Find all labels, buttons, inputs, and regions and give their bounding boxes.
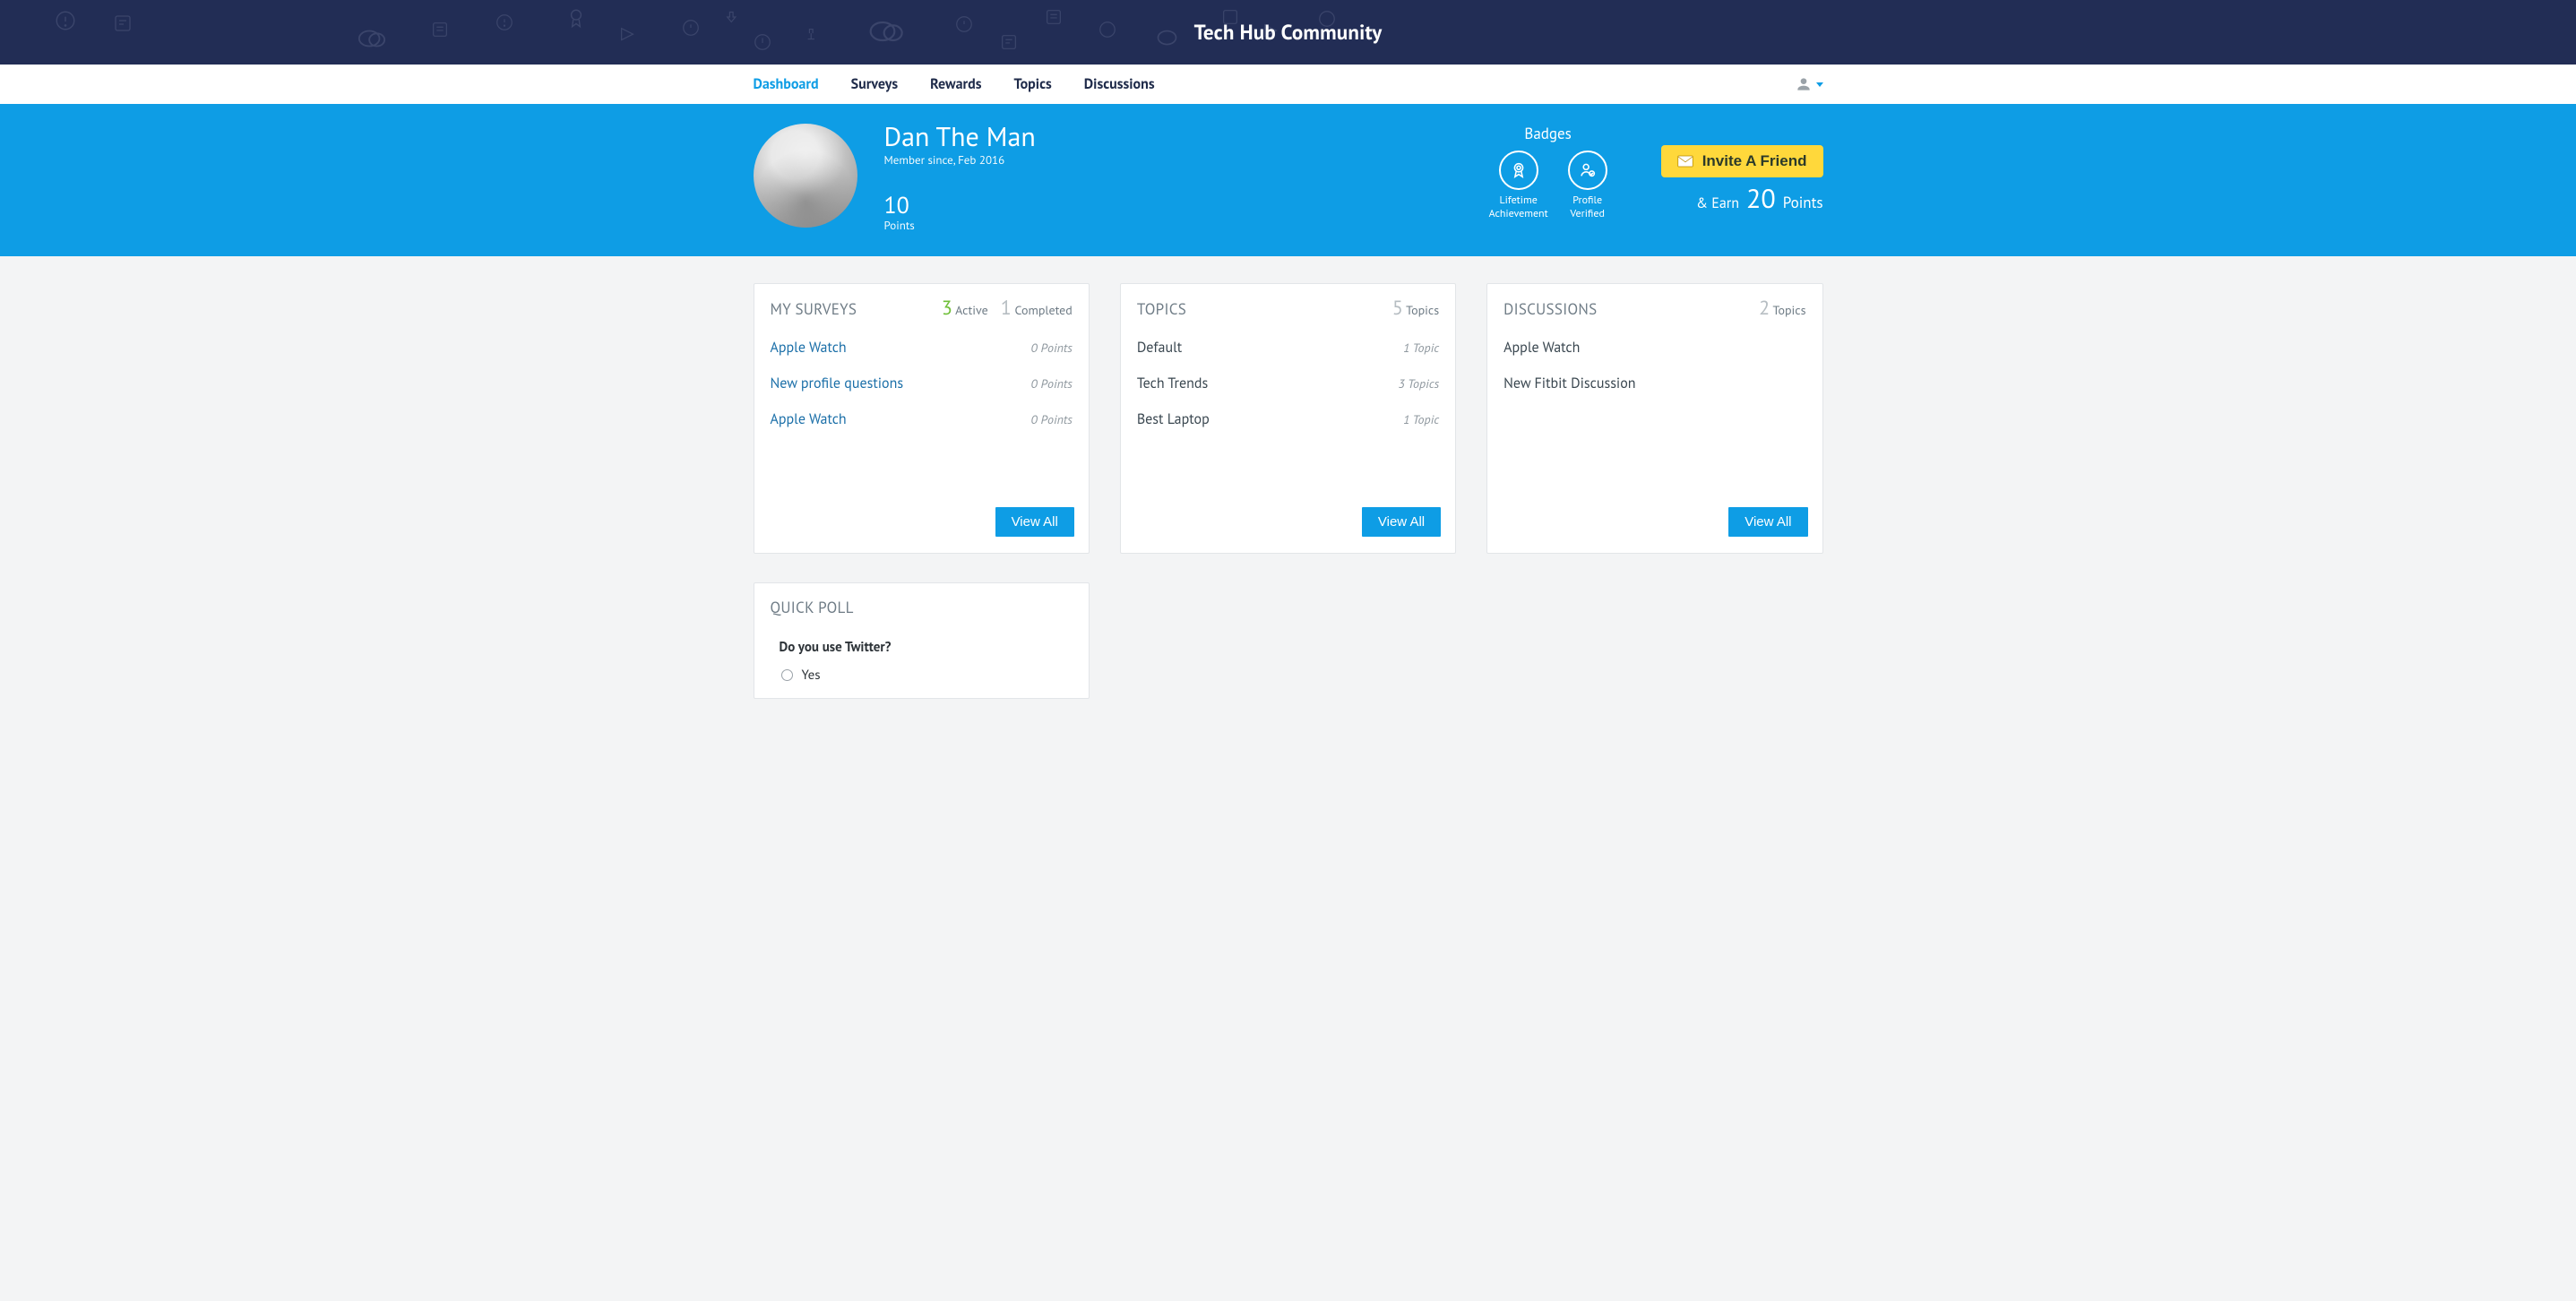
list-item: Apple Watch 0 Points [771, 401, 1073, 437]
card-quick-poll: QUICK POLL Do you use Twitter? Yes [754, 582, 1090, 699]
card-title: DISCUSSIONS [1503, 299, 1597, 319]
envelope-icon [1677, 155, 1693, 168]
survey-link[interactable]: Apple Watch [771, 410, 847, 428]
site-banner: Tech Hub Community [0, 0, 2576, 65]
topic-count: 1 Topic [1403, 340, 1439, 356]
view-all-topics-button[interactable]: View All [1362, 507, 1441, 537]
profile-hero: Dan The Man Member since, Feb 2016 10 Po… [0, 104, 2576, 256]
points-label: Points [884, 218, 1036, 233]
nav-rewards[interactable]: Rewards [930, 75, 981, 93]
badges-block: Badges Lifetime Achievement [1489, 124, 1607, 220]
discussions-count: 2 [1759, 296, 1770, 321]
list-item: Tech Trends 3 Topics [1137, 366, 1439, 401]
view-all-discussions-button[interactable]: View All [1728, 507, 1807, 537]
user-icon [1795, 75, 1813, 93]
discussions-stats: 2 Topics [1759, 298, 1805, 318]
topic-count: 1 Topic [1403, 411, 1439, 427]
earn-points-line: & Earn 20 Points [1661, 188, 1823, 212]
surveys-active-count: 3 [942, 296, 952, 321]
card-my-surveys: MY SURVEYS 3 Active 1 Completed Apple Wa… [754, 283, 1090, 554]
badges-heading: Badges [1489, 124, 1607, 143]
card-title: MY SURVEYS [771, 299, 857, 319]
earn-prefix: & Earn [1696, 194, 1739, 212]
discussion-name[interactable]: Apple Watch [1503, 339, 1580, 357]
badge-label-line1: Profile [1572, 194, 1602, 207]
earn-points-value: 20 [1746, 188, 1776, 210]
topics-count-label: Topics [1406, 302, 1439, 318]
poll-question: Do you use Twitter? [754, 626, 1089, 661]
survey-link[interactable]: New profile questions [771, 375, 904, 392]
points-value: 10 [884, 194, 1036, 218]
survey-points: 0 Points [1031, 340, 1073, 356]
badge-lifetime-achievement: Lifetime Achievement [1489, 151, 1548, 220]
nav-dashboard[interactable]: Dashboard [754, 75, 819, 93]
radio-icon [781, 669, 793, 681]
poll-option-label: Yes [802, 667, 821, 684]
topic-count: 3 Topics [1399, 375, 1440, 392]
surveys-completed-label: Completed [1014, 302, 1072, 318]
ribbon-icon [1499, 151, 1538, 190]
badge-label-line1: Lifetime [1499, 194, 1537, 207]
site-brand: Tech Hub Community [1194, 20, 1383, 46]
display-name: Dan The Man [884, 124, 1036, 151]
card-discussions: DISCUSSIONS 2 Topics Apple Watch New Fit… [1486, 283, 1822, 554]
earn-suffix: Points [1783, 193, 1823, 212]
nav-discussions[interactable]: Discussions [1084, 75, 1155, 93]
survey-points: 0 Points [1031, 411, 1073, 427]
member-since: Member since, Feb 2016 [884, 152, 1036, 168]
poll-option[interactable]: Yes [754, 661, 1089, 689]
nav-links: Dashboard Surveys Rewards Topics Discuss… [754, 75, 1155, 93]
topics-stats: 5 Topics [1392, 298, 1439, 318]
badge-profile-verified: Profile Verified [1568, 151, 1607, 220]
card-topics: TOPICS 5 Topics Default 1 Topic Tech Tre… [1120, 283, 1456, 554]
invite-block: Invite A Friend & Earn 20 Points [1661, 145, 1823, 212]
survey-points: 0 Points [1031, 375, 1073, 392]
list-item: New profile questions 0 Points [771, 366, 1073, 401]
badge-label-line2: Achievement [1489, 207, 1548, 220]
view-all-surveys-button[interactable]: View All [995, 507, 1074, 537]
nav-topics[interactable]: Topics [1014, 75, 1052, 93]
survey-link[interactable]: Apple Watch [771, 339, 847, 357]
user-check-icon [1568, 151, 1607, 190]
topic-name[interactable]: Tech Trends [1137, 375, 1208, 392]
list-item: New Fitbit Discussion [1503, 366, 1805, 401]
list-item: Apple Watch [1503, 330, 1805, 366]
invite-button-label: Invite A Friend [1702, 152, 1807, 170]
list-item: Best Laptop 1 Topic [1137, 401, 1439, 437]
discussion-name[interactable]: New Fitbit Discussion [1503, 375, 1635, 392]
surveys-active-label: Active [955, 302, 988, 318]
list-item: Default 1 Topic [1137, 330, 1439, 366]
dashboard-cards: MY SURVEYS 3 Active 1 Completed Apple Wa… [754, 283, 1823, 554]
topics-count: 5 [1392, 296, 1403, 321]
list-item: Apple Watch 0 Points [771, 330, 1073, 366]
user-menu[interactable] [1795, 75, 1823, 93]
surveys-completed-count: 1 [1001, 296, 1012, 321]
card-title: TOPICS [1137, 299, 1186, 319]
primary-nav: Dashboard Surveys Rewards Topics Discuss… [0, 65, 2576, 104]
nav-surveys[interactable]: Surveys [851, 75, 899, 93]
chevron-down-icon [1816, 82, 1823, 87]
invite-friend-button[interactable]: Invite A Friend [1661, 145, 1823, 177]
avatar [754, 124, 857, 228]
profile-info: Dan The Man Member since, Feb 2016 10 Po… [884, 124, 1036, 233]
card-title: QUICK POLL [771, 598, 854, 617]
surveys-stats: 3 Active 1 Completed [942, 298, 1073, 318]
topic-name[interactable]: Default [1137, 339, 1182, 357]
badge-label-line2: Verified [1570, 207, 1605, 220]
discussions-count-label: Topics [1772, 302, 1805, 318]
topic-name[interactable]: Best Laptop [1137, 410, 1210, 428]
